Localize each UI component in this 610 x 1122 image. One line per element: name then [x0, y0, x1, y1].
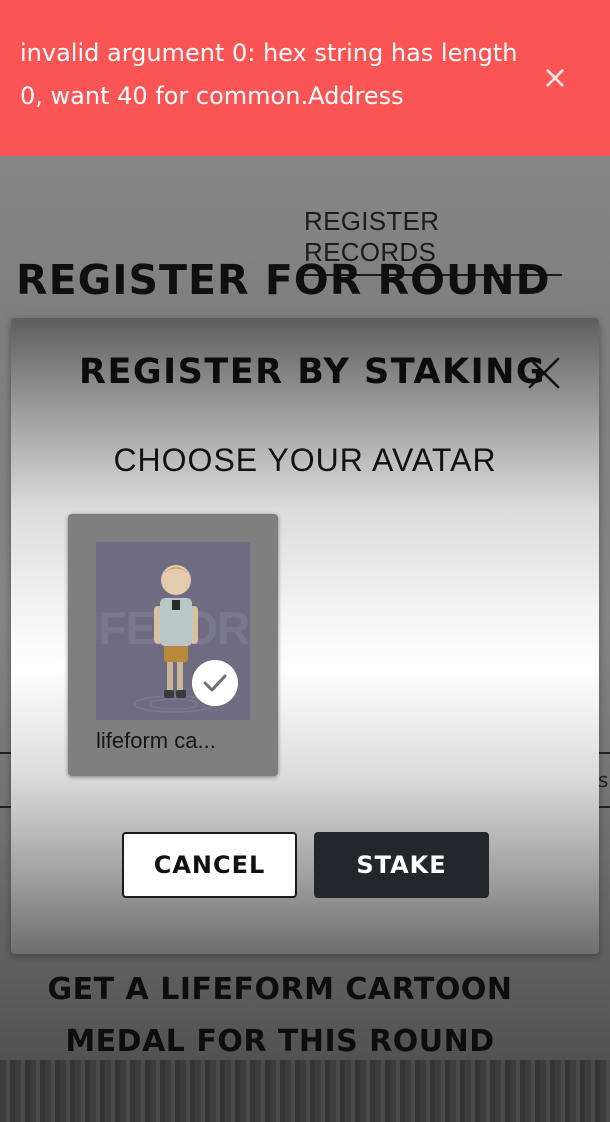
staking-modal: REGISTER BY STAKING CHOOSE YOUR AVATAR L… [11, 318, 599, 954]
error-toast-message: invalid argument 0: hex string has lengt… [20, 39, 518, 110]
medal-description: GET A LIFEFORM CARTOON MEDAL FOR THIS RO… [20, 964, 540, 1068]
stake-button[interactable]: STAKE [314, 832, 489, 898]
avatar-card[interactable]: LIFEFORM [68, 514, 278, 776]
toast-close-icon[interactable]: × [540, 60, 570, 94]
avatar-caption: lifeform ca... [96, 728, 216, 753]
background-button-edge-label: s [598, 768, 609, 792]
choose-avatar-heading: CHOOSE YOUR AVATAR [113, 442, 497, 478]
background-image-strip [0, 1060, 610, 1122]
error-toast: invalid argument 0: hex string has lengt… [0, 0, 610, 156]
page-title: REGISTER FOR ROUND [16, 256, 551, 304]
medal-description-line1: GET A LIFEFORM CARTOON [47, 972, 513, 1007]
modal-title: REGISTER BY STAKING [79, 352, 547, 392]
close-icon[interactable] [527, 356, 561, 390]
cancel-button[interactable]: CANCEL [122, 832, 297, 898]
selected-check-icon [192, 660, 238, 706]
